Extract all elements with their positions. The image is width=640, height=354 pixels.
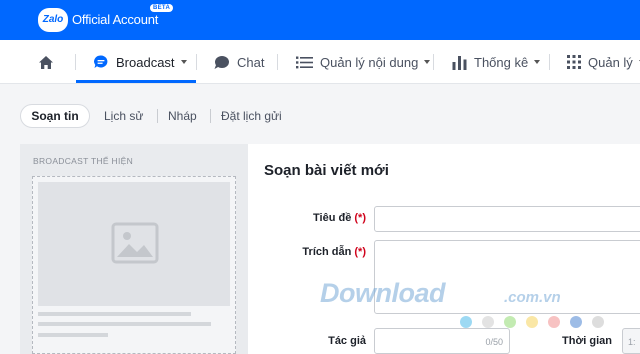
- watermark-text: Download: [320, 278, 446, 308]
- watermark-domain: .com.vn: [504, 289, 561, 306]
- watermark-dot: [570, 316, 582, 328]
- watermark-dot: [482, 316, 494, 328]
- nav-stats[interactable]: Thống kê: [452, 40, 541, 84]
- nav-manage[interactable]: Quản lý: [567, 40, 640, 84]
- chat-bubble-icon: [94, 55, 108, 68]
- subtab-divider: [157, 109, 158, 123]
- required-mark: (*): [354, 212, 366, 224]
- zalo-logo[interactable]: Zalo: [38, 8, 68, 32]
- preview-title: BROADCAST THỂ HIỆN: [33, 156, 134, 166]
- quote-label: Trích dẫn (*): [266, 246, 366, 258]
- time-value: 1:: [628, 337, 636, 347]
- form-title: Soạn bài viết mới: [264, 162, 389, 179]
- grid-icon: [567, 55, 581, 69]
- watermark-dot: [504, 316, 516, 328]
- subtab-drafts[interactable]: Nháp: [168, 104, 197, 128]
- chevron-down-icon: [180, 60, 187, 64]
- brand-title: Official Account: [72, 12, 159, 27]
- required-mark: (*): [354, 246, 366, 258]
- nav-divider: [75, 54, 76, 70]
- author-input[interactable]: 0/50: [374, 328, 510, 354]
- nav-divider: [549, 54, 550, 70]
- preview-image-placeholder: [38, 182, 230, 306]
- nav-label-stats: Thống kê: [474, 54, 529, 70]
- nav-chat[interactable]: Chat: [213, 40, 264, 84]
- subtab-scheduled[interactable]: Đặt lịch gửi: [221, 104, 282, 128]
- main-nav: Broadcast Chat Quản lý nội dung Thống kê…: [0, 40, 640, 84]
- preview-text-line: [38, 333, 108, 337]
- preview-text-line: [38, 322, 211, 326]
- preview-card: [32, 176, 236, 354]
- nav-divider: [433, 54, 434, 70]
- quote-label-text: Trích dẫn: [302, 246, 352, 258]
- beta-badge: BETA: [150, 4, 174, 12]
- time-label: Thời gian: [562, 335, 612, 347]
- top-bar: Zalo Official Account BETA: [0, 0, 640, 40]
- watermark-dot: [548, 316, 560, 328]
- broadcast-preview-panel: BROADCAST THỂ HIỆN: [20, 144, 248, 354]
- nav-label-content: Quản lý nội dung: [320, 54, 419, 70]
- watermark-dot: [592, 316, 604, 328]
- author-char-counter: 0/50: [485, 337, 503, 347]
- chevron-down-icon: [424, 60, 431, 64]
- subtab-divider: [210, 109, 211, 123]
- watermark-dot: [460, 316, 472, 328]
- nav-content[interactable]: Quản lý nội dung: [296, 40, 431, 84]
- watermark-dot: [526, 316, 538, 328]
- preview-text-line: [38, 312, 191, 316]
- home-icon: [39, 55, 53, 69]
- active-tab-indicator: [76, 80, 196, 83]
- subtab-compose[interactable]: Soạn tin: [20, 104, 90, 128]
- nav-divider: [277, 54, 278, 70]
- image-placeholder-icon: [111, 222, 159, 264]
- title-label: Tiêu đề (*): [266, 212, 366, 224]
- time-input[interactable]: 1:: [622, 328, 640, 354]
- bar-chart-icon: [452, 55, 467, 70]
- chevron-down-icon: [534, 60, 541, 64]
- nav-label-chat: Chat: [237, 54, 265, 70]
- subtab-history[interactable]: Lịch sử: [104, 104, 143, 128]
- nav-label-manage: Quản lý: [588, 54, 633, 70]
- title-input[interactable]: [374, 206, 640, 232]
- author-label: Tác giả: [328, 335, 366, 347]
- nav-label-broadcast: Broadcast: [116, 54, 175, 70]
- nav-home[interactable]: [38, 40, 54, 84]
- chat-icon: [214, 56, 229, 69]
- title-label-text: Tiêu đề: [313, 212, 352, 224]
- nav-broadcast[interactable]: Broadcast: [93, 40, 187, 84]
- nav-divider: [196, 54, 197, 70]
- list-icon: [296, 56, 313, 68]
